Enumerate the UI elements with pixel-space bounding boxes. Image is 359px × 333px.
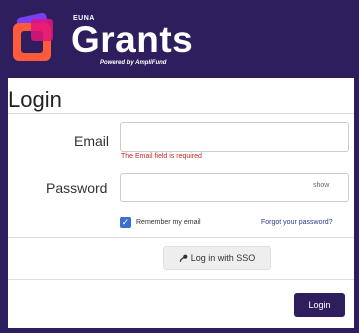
divider — [8, 279, 354, 280]
divider — [8, 237, 354, 238]
key-icon — [179, 254, 188, 262]
divider — [8, 113, 354, 114]
show-password-toggle[interactable]: show — [313, 182, 329, 189]
sso-button-label: Log in with SSO — [190, 253, 256, 263]
brand-header: EUNA Grants Powered by AmpliFund — [0, 0, 359, 78]
remember-email-checkbox[interactable]: ✓ — [120, 217, 131, 228]
email-error-message: The Email field is required — [121, 153, 202, 160]
remember-email-label: Remember my email — [136, 219, 201, 226]
password-label: Password — [46, 180, 108, 196]
email-label: Email — [74, 133, 110, 149]
sso-login-button[interactable]: Log in with SSO — [163, 246, 271, 270]
login-page: EUNA Grants Powered by AmpliFund Login E… — [0, 0, 359, 333]
brand-tagline: Powered by AmpliFund — [100, 60, 167, 66]
email-field[interactable] — [120, 122, 349, 152]
forgot-password-link[interactable]: Forgot your password? — [261, 219, 333, 226]
product-name: Grants — [71, 19, 194, 60]
login-button[interactable]: Login — [294, 293, 345, 317]
euna-logo-icon — [13, 12, 53, 61]
page-title: Login — [8, 87, 62, 112]
